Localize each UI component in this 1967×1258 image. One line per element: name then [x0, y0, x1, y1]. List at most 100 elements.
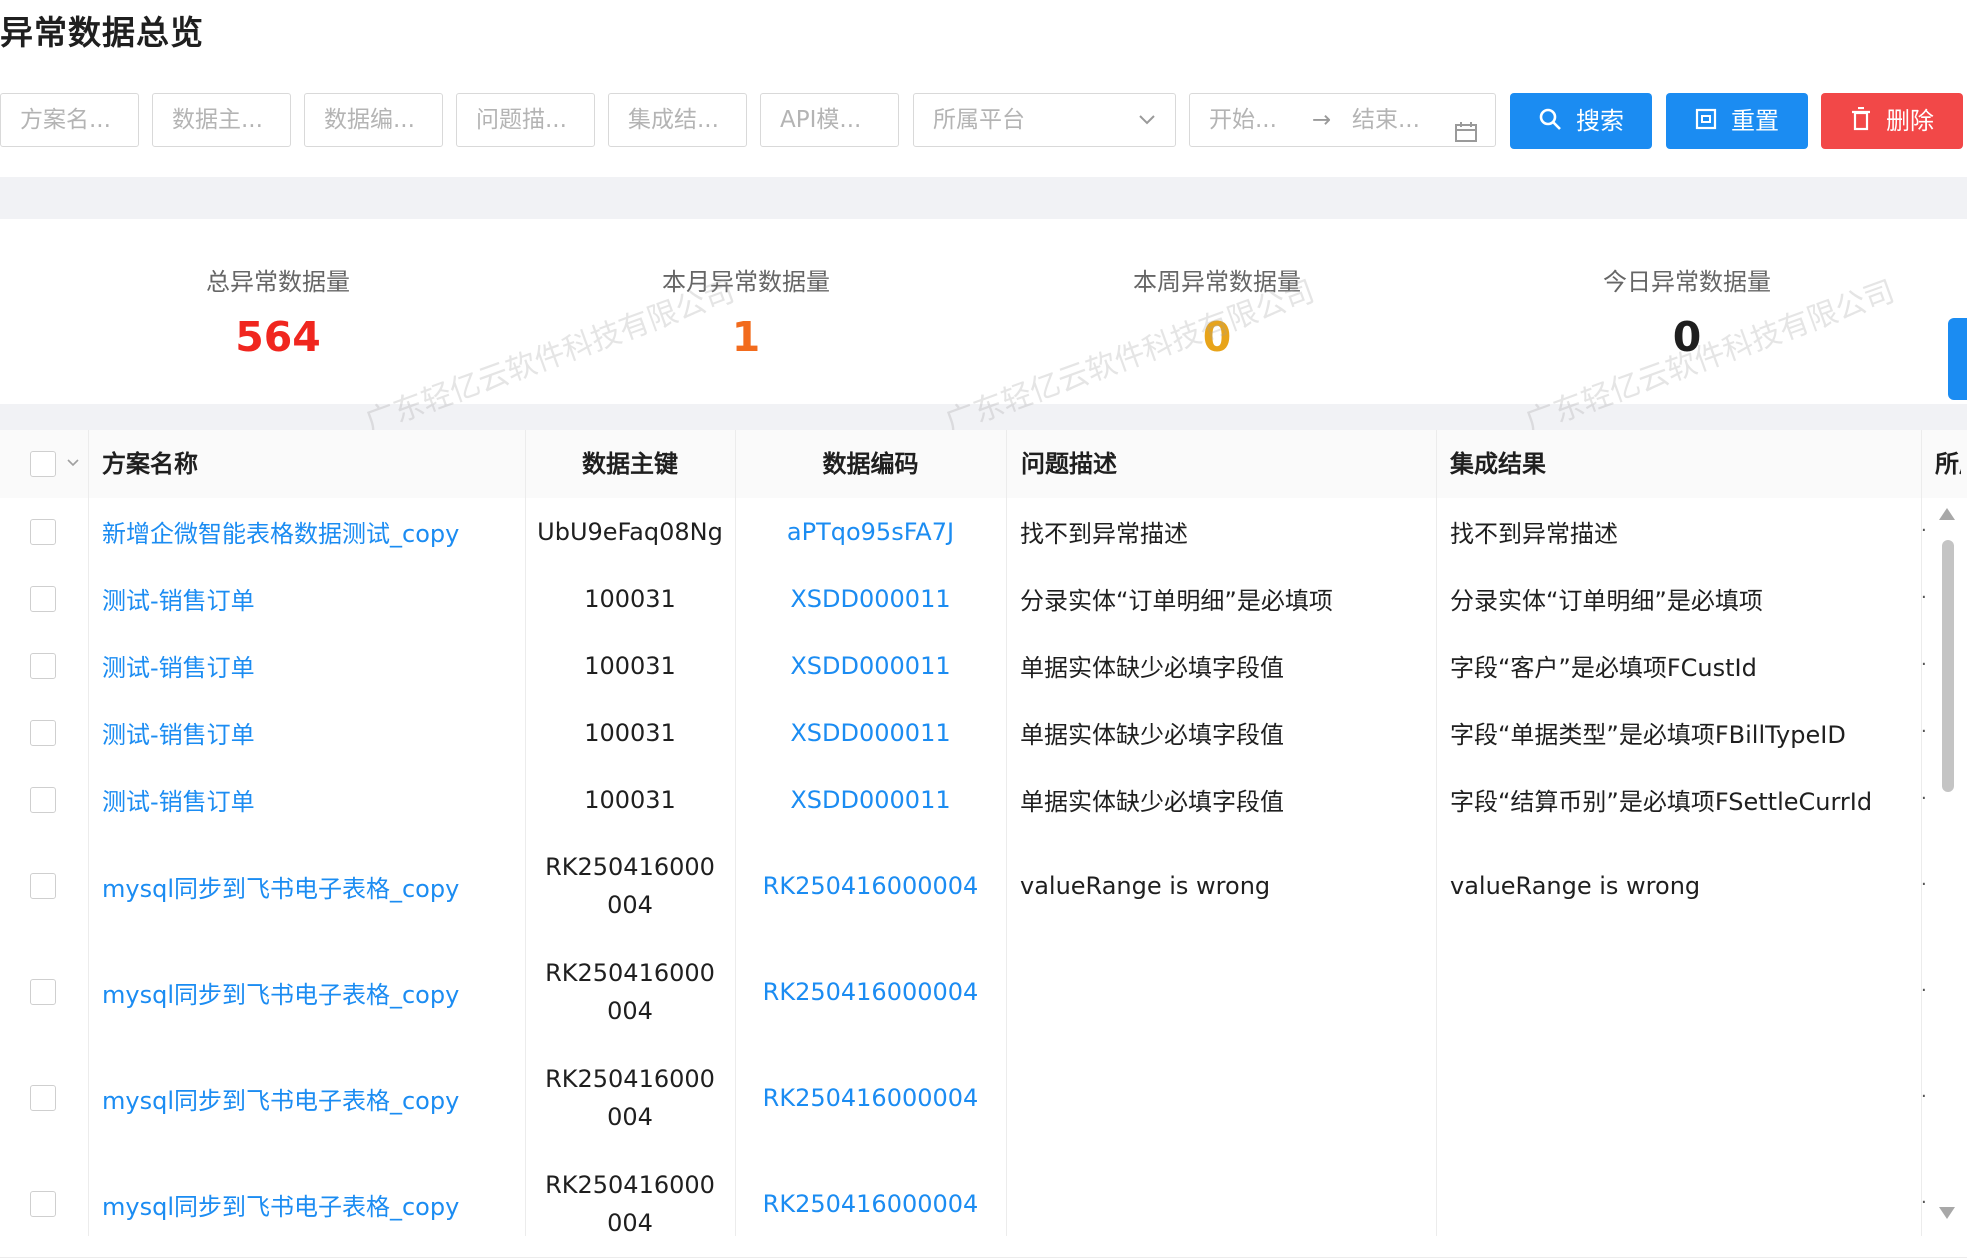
search-button[interactable]: 搜索: [1510, 93, 1652, 149]
data-code-link[interactable]: XSDD000011: [735, 699, 1006, 766]
problem-desc-cell: [1006, 939, 1436, 1045]
data-key-cell: 100031: [584, 785, 676, 814]
row-checkbox[interactable]: [30, 585, 56, 612]
data-key-text: RK250416000004: [545, 959, 715, 1025]
table-row[interactable]: mysql同步到飞书电子表格_copy RK250416000004 RK25041…: [0, 1151, 1967, 1258]
table-row[interactable]: 测试-销售订单 100031 XSDD000011 分录实体“订单明细”是必填项 分录实…: [0, 565, 1967, 633]
row-checkbox[interactable]: [30, 786, 56, 813]
table-row[interactable]: mysql同步到飞书电子表格_copy RK250416000004 RK25041…: [0, 833, 1967, 940]
search-button-label: 搜索: [1576, 107, 1624, 135]
stat-label: 总异常数据量: [206, 268, 350, 296]
platform-select[interactable]: 所属平台: [913, 93, 1176, 147]
integration-result-cell: [1436, 939, 1921, 1045]
col-problem-desc: 问题描述: [1021, 450, 1117, 478]
scheme-name-link[interactable]: 测试-销售订单: [88, 632, 525, 699]
column-divider: [1006, 430, 1007, 1236]
problem-desc-cell: 找不到异常描述: [1020, 520, 1188, 548]
stat-today: 今日异常数据量 0: [1537, 262, 1837, 361]
stat-week: 本周异常数据量 0: [1067, 262, 1367, 361]
integration-result-cell: [1436, 1151, 1921, 1257]
scroll-down-arrow-icon[interactable]: [1939, 1207, 1955, 1219]
table-row[interactable]: 测试-销售订单 100031 XSDD000011 单据实体缺少必填字段值 字段“客户”…: [0, 632, 1967, 700]
data-key-cell: 100031: [584, 651, 676, 680]
reset-button[interactable]: 重置: [1666, 93, 1808, 149]
row-checkbox[interactable]: [30, 652, 56, 679]
scheme-name-link[interactable]: mysql同步到飞书电子表格_copy: [88, 1045, 525, 1151]
reset-icon: [1695, 108, 1717, 130]
scrollbar-thumb[interactable]: [1942, 540, 1954, 792]
trash-icon: [1852, 106, 1870, 131]
scheme-name-link[interactable]: mysql同步到飞书电子表格_copy: [88, 833, 525, 939]
integration-result-cell: valueRange is wrong: [1450, 872, 1701, 900]
table-row[interactable]: mysql同步到飞书电子表格_copy RK250416000004 RK25041…: [0, 1045, 1967, 1152]
problem-desc-cell: [1006, 1151, 1436, 1257]
select-all-checkbox[interactable]: [30, 451, 56, 477]
scroll-up-arrow-icon[interactable]: [1939, 508, 1955, 520]
table-row[interactable]: 测试-销售订单 100031 XSDD000011 单据实体缺少必填字段值 字段“结算币…: [0, 766, 1967, 834]
scheme-name-link[interactable]: 测试-销售订单: [88, 766, 525, 833]
data-code-link[interactable]: aPTqo95sFA7J: [735, 498, 1006, 565]
stat-label: 今日异常数据量: [1603, 268, 1771, 296]
data-key-cell: RK250416000004: [525, 1151, 735, 1257]
table-row[interactable]: 新增企微智能表格数据测试_copy UbU9eFaq08Ng aPTqo95sFA7…: [0, 498, 1967, 566]
integration-result-input[interactable]: 集成结...: [608, 93, 747, 147]
divider-band: [0, 404, 1967, 430]
row-checkbox[interactable]: [30, 518, 56, 545]
chevron-down-icon: [1137, 94, 1157, 146]
page-title: 异常数据总览: [0, 13, 204, 52]
data-code-link[interactable]: RK250416000004: [735, 833, 1006, 939]
column-divider: [1921, 430, 1922, 1236]
side-panel-tab[interactable]: [1948, 318, 1967, 400]
data-code-link[interactable]: XSDD000011: [735, 565, 1006, 632]
problem-desc-input[interactable]: 问题描...: [456, 93, 595, 147]
row-checkbox[interactable]: [30, 979, 56, 1005]
delete-button-label: 删除: [1886, 107, 1934, 135]
data-key-input[interactable]: 数据主...: [152, 93, 291, 147]
row-checkbox[interactable]: [30, 873, 56, 899]
end-date-input[interactable]: 结束...: [1352, 94, 1420, 146]
data-key-cell: 100031: [584, 584, 676, 613]
integration-result-cell: 分录实体“订单明细”是必填项: [1450, 587, 1763, 615]
data-code-link[interactable]: RK250416000004: [735, 1045, 1006, 1151]
filter-bar: 方案名... 数据主... 数据编... 问题描... 集成结... API模.…: [0, 93, 1967, 149]
data-key-cell: UbU9eFaq08Ng: [537, 517, 723, 546]
integration-result-cell: [1436, 1045, 1921, 1151]
row-checkbox[interactable]: [30, 1191, 56, 1217]
col-data-key: 数据主键: [582, 450, 678, 478]
data-key-text: RK250416000004: [545, 853, 715, 919]
data-code-input[interactable]: 数据编...: [304, 93, 443, 147]
table-header: 方案名称 数据主键 数据编码 问题描述 集成结果 所属: [0, 430, 1967, 499]
data-code-link[interactable]: XSDD000011: [735, 766, 1006, 833]
data-key-cell: RK250416000004: [525, 1045, 735, 1151]
integration-result-cell: 字段“单据类型”是必填项FBillTypeID: [1450, 721, 1846, 749]
table-row[interactable]: mysql同步到飞书电子表格_copy RK250416000004 RK25041…: [0, 939, 1967, 1046]
scheme-name-input[interactable]: 方案名...: [0, 93, 139, 147]
data-code-link[interactable]: RK250416000004: [735, 1151, 1006, 1257]
scheme-name-link[interactable]: 测试-销售订单: [88, 565, 525, 632]
problem-desc-cell: 单据实体缺少必填字段值: [1020, 721, 1284, 749]
column-divider: [525, 430, 526, 1236]
reset-button-label: 重置: [1731, 107, 1779, 135]
chevron-down-icon[interactable]: [66, 450, 80, 481]
row-checkbox[interactable]: [30, 1085, 56, 1111]
data-key-cell: RK250416000004: [525, 833, 735, 939]
scheme-name-link[interactable]: mysql同步到飞书电子表格_copy: [88, 939, 525, 1045]
col-data-code: 数据编码: [822, 450, 919, 478]
scheme-name-link[interactable]: 新增企微智能表格数据测试_copy: [88, 498, 525, 565]
stat-label: 本周异常数据量: [1133, 268, 1301, 296]
date-range-picker[interactable]: 开始... → 结束...: [1189, 93, 1496, 147]
scheme-name-link[interactable]: mysql同步到飞书电子表格_copy: [88, 1151, 525, 1257]
table-row[interactable]: 测试-销售订单 100031 XSDD000011 单据实体缺少必填字段值 字段“单据类…: [0, 699, 1967, 767]
problem-desc-cell: 分录实体“订单明细”是必填项: [1020, 587, 1333, 615]
col-scheme-name: 方案名称: [102, 450, 198, 478]
delete-button[interactable]: 删除: [1821, 93, 1963, 149]
api-template-input[interactable]: API模...: [760, 93, 899, 147]
row-checkbox[interactable]: [30, 719, 56, 746]
start-date-input[interactable]: 开始...: [1209, 107, 1277, 133]
data-key-text: RK250416000004: [545, 1065, 715, 1131]
platform-select-label: 所属平台: [933, 107, 1025, 133]
scheme-name-link[interactable]: 测试-销售订单: [88, 699, 525, 766]
data-code-link[interactable]: XSDD000011: [735, 632, 1006, 699]
data-code-link[interactable]: RK250416000004: [735, 939, 1006, 1045]
data-key-text: RK250416000004: [545, 1171, 715, 1237]
